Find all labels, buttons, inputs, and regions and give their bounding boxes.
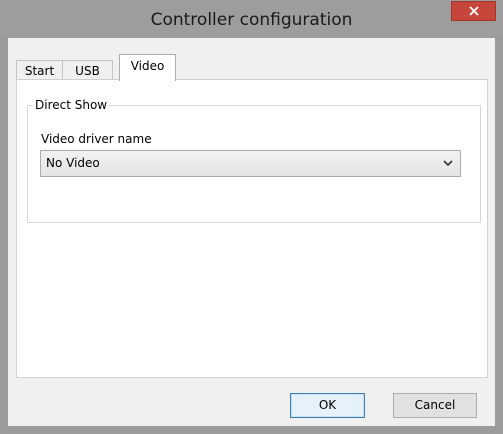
dialog-window: Controller configuration Start USB Video… bbox=[0, 0, 503, 434]
dialog-body: Start USB Video Direct Show Video driver… bbox=[8, 38, 495, 426]
close-button[interactable] bbox=[451, 1, 496, 21]
chevron-down-icon bbox=[443, 160, 453, 167]
close-icon bbox=[468, 6, 479, 16]
window-title: Controller configuration bbox=[150, 10, 353, 30]
group-title: Direct Show bbox=[33, 97, 110, 113]
video-driver-select[interactable]: No Video bbox=[40, 150, 461, 177]
cancel-button[interactable]: Cancel bbox=[393, 393, 477, 418]
title-bar[interactable]: Controller configuration bbox=[0, 0, 503, 38]
video-tab-panel: Direct Show Video driver name No Video bbox=[16, 79, 488, 378]
video-driver-value: No Video bbox=[46, 156, 100, 170]
tab-video[interactable]: Video bbox=[119, 54, 176, 81]
ok-button[interactable]: OK bbox=[290, 393, 365, 418]
video-driver-label: Video driver name bbox=[41, 132, 152, 146]
tab-usb[interactable]: USB bbox=[62, 60, 113, 80]
direct-show-group: Direct Show Video driver name No Video bbox=[27, 97, 481, 223]
tab-start[interactable]: Start bbox=[16, 60, 63, 80]
